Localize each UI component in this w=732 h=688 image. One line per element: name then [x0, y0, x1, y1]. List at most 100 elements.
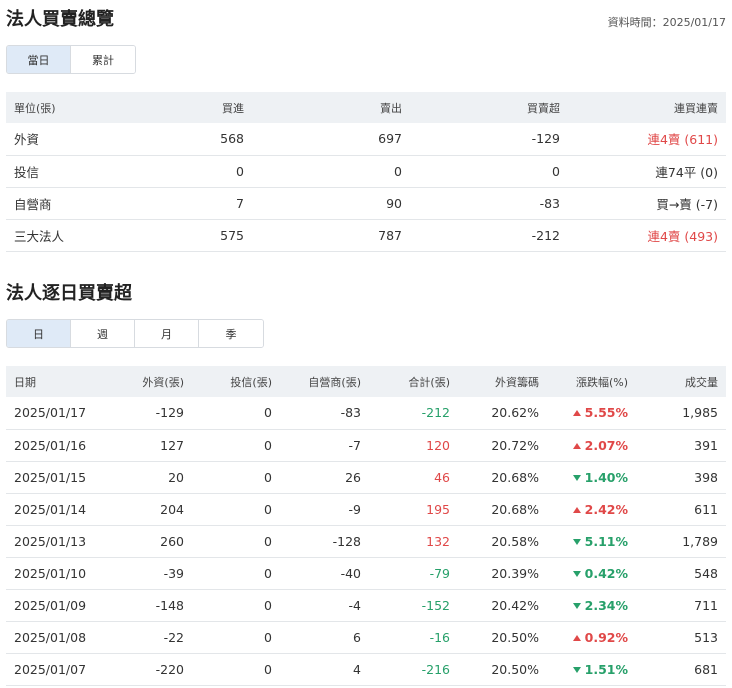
change-cell: 2.42%	[547, 493, 636, 526]
change-value: 0.42%	[584, 565, 628, 581]
change-value: 1.40%	[584, 469, 628, 485]
tab-day[interactable]: 日	[7, 320, 71, 347]
data-time: 資料時間：2025/01/17	[607, 16, 726, 29]
holding-cell: 20.50%	[458, 653, 547, 686]
volume-cell: 711	[636, 589, 726, 622]
date-cell: 2025/01/15	[6, 461, 108, 494]
change-value: 2.07%	[584, 437, 628, 453]
holding-cell: 20.68%	[458, 493, 547, 526]
dealer-cell: 26	[280, 461, 369, 494]
net-value: -212	[410, 219, 568, 252]
total-cell: -16	[369, 621, 458, 654]
foreign-cell: 20	[108, 461, 192, 494]
change-value: 5.11%	[584, 533, 628, 549]
triangle-down-icon	[572, 602, 581, 609]
foreign-cell: -129	[108, 397, 192, 430]
volume-cell: 1,789	[636, 525, 726, 558]
change-cell: 1.40%	[547, 461, 636, 494]
holding-cell: 20.58%	[458, 525, 547, 558]
sell-value: 697	[252, 123, 410, 156]
table-row: 2025/01/07 -220 0 4 -216 20.50% 1.51% 681	[6, 653, 726, 686]
summary-row: 自營商 7 90 -83 買→賣 (-7)	[6, 187, 726, 220]
dealer-cell: -83	[280, 397, 369, 430]
table-row: 2025/01/17 -129 0 -83 -212 20.62% 5.55% 1,985	[6, 397, 726, 430]
tab-month[interactable]: 月	[135, 320, 199, 347]
foreign-cell: 204	[108, 493, 192, 526]
tab-today[interactable]: 當日	[7, 46, 71, 73]
dealer-cell: -7	[280, 429, 369, 462]
volume-cell: 1,985	[636, 397, 726, 430]
total-cell: 195	[369, 493, 458, 526]
total-cell: -212	[369, 397, 458, 430]
table-row: 2025/01/10 -39 0 -40 -79 20.39% 0.42% 548	[6, 557, 726, 590]
date-cell: 2025/01/07	[6, 653, 108, 686]
col-streak: 連買連賣	[568, 92, 726, 123]
dealer-cell: -40	[280, 557, 369, 590]
col-change: 漲跌幅(%)	[547, 366, 636, 397]
foreign-cell: -22	[108, 621, 192, 654]
buy-value: 7	[108, 187, 252, 220]
triangle-up-icon	[572, 506, 581, 513]
total-cell: 46	[369, 461, 458, 494]
table-row: 2025/01/09 -148 0 -4 -152 20.42% 2.34% 711	[6, 589, 726, 622]
tab-cumulative[interactable]: 累計	[71, 46, 135, 73]
investor-name: 自營商	[6, 187, 108, 220]
date-cell: 2025/01/14	[6, 493, 108, 526]
triangle-down-icon	[572, 570, 581, 577]
holding-cell: 20.50%	[458, 621, 547, 654]
holding-cell: 20.42%	[458, 589, 547, 622]
change-cell: 0.92%	[547, 621, 636, 654]
summary-title: 法人買賣總覽	[6, 9, 114, 30]
col-date: 日期	[6, 366, 108, 397]
table-row: 2025/01/13 260 0 -128 132 20.58% 5.11% 1,789	[6, 525, 726, 558]
streak-value: 連74平 (0)	[568, 155, 726, 188]
volume-cell: 548	[636, 557, 726, 590]
holding-cell: 20.72%	[458, 429, 547, 462]
trust-cell: 0	[192, 557, 280, 590]
buy-value: 568	[108, 123, 252, 156]
change-cell: 5.11%	[547, 525, 636, 558]
col-buy: 買進	[108, 92, 252, 123]
change-cell: 1.51%	[547, 653, 636, 686]
change-value: 2.42%	[584, 501, 628, 517]
investor-name: 外資	[6, 123, 108, 156]
volume-cell: 513	[636, 621, 726, 654]
period-tabs: 日 週 月 季	[6, 319, 264, 348]
triangle-up-icon	[572, 410, 581, 417]
change-cell: 2.34%	[547, 589, 636, 622]
table-row: 2025/01/08 -22 0 6 -16 20.50% 0.92% 513	[6, 621, 726, 654]
dealer-cell: 4	[280, 653, 369, 686]
change-cell: 0.42%	[547, 557, 636, 590]
trust-cell: 0	[192, 653, 280, 686]
total-cell: -152	[369, 589, 458, 622]
change-value: 0.92%	[584, 629, 628, 645]
streak-value: 連4賣 (493)	[568, 219, 726, 252]
table-row: 2025/01/14 204 0 -9 195 20.68% 2.42% 611	[6, 493, 726, 526]
trust-cell: 0	[192, 461, 280, 494]
holding-cell: 20.68%	[458, 461, 547, 494]
table-row: 2025/01/15 20 0 26 46 20.68% 1.40% 398	[6, 461, 726, 494]
trust-cell: 0	[192, 525, 280, 558]
trust-cell: 0	[192, 589, 280, 622]
streak-value: 買→賣 (-7)	[568, 187, 726, 220]
date-cell: 2025/01/17	[6, 397, 108, 430]
investor-name: 投信	[6, 155, 108, 188]
col-volume: 成交量	[636, 366, 726, 397]
net-value: 0	[410, 155, 568, 188]
foreign-cell: 260	[108, 525, 192, 558]
triangle-down-icon	[572, 666, 581, 673]
tab-quarter[interactable]: 季	[199, 320, 263, 347]
tab-week[interactable]: 週	[71, 320, 135, 347]
summary-row: 投信 0 0 0 連74平 (0)	[6, 155, 726, 188]
volume-cell: 611	[636, 493, 726, 526]
total-cell: 132	[369, 525, 458, 558]
summary-row: 外資 568 697 -129 連4賣 (611)	[6, 123, 726, 156]
volume-cell: 398	[636, 461, 726, 494]
summary-row: 三大法人 575 787 -212 連4賣 (493)	[6, 219, 726, 252]
dealer-cell: -4	[280, 589, 369, 622]
net-value: -129	[410, 123, 568, 156]
change-value: 5.55%	[584, 405, 628, 421]
dealer-cell: 6	[280, 621, 369, 654]
col-sell: 賣出	[252, 92, 410, 123]
daily-header-row: 日期 外資(張) 投信(張) 自營商(張) 合計(張) 外資籌碼 漲跌幅(%) …	[6, 366, 726, 397]
